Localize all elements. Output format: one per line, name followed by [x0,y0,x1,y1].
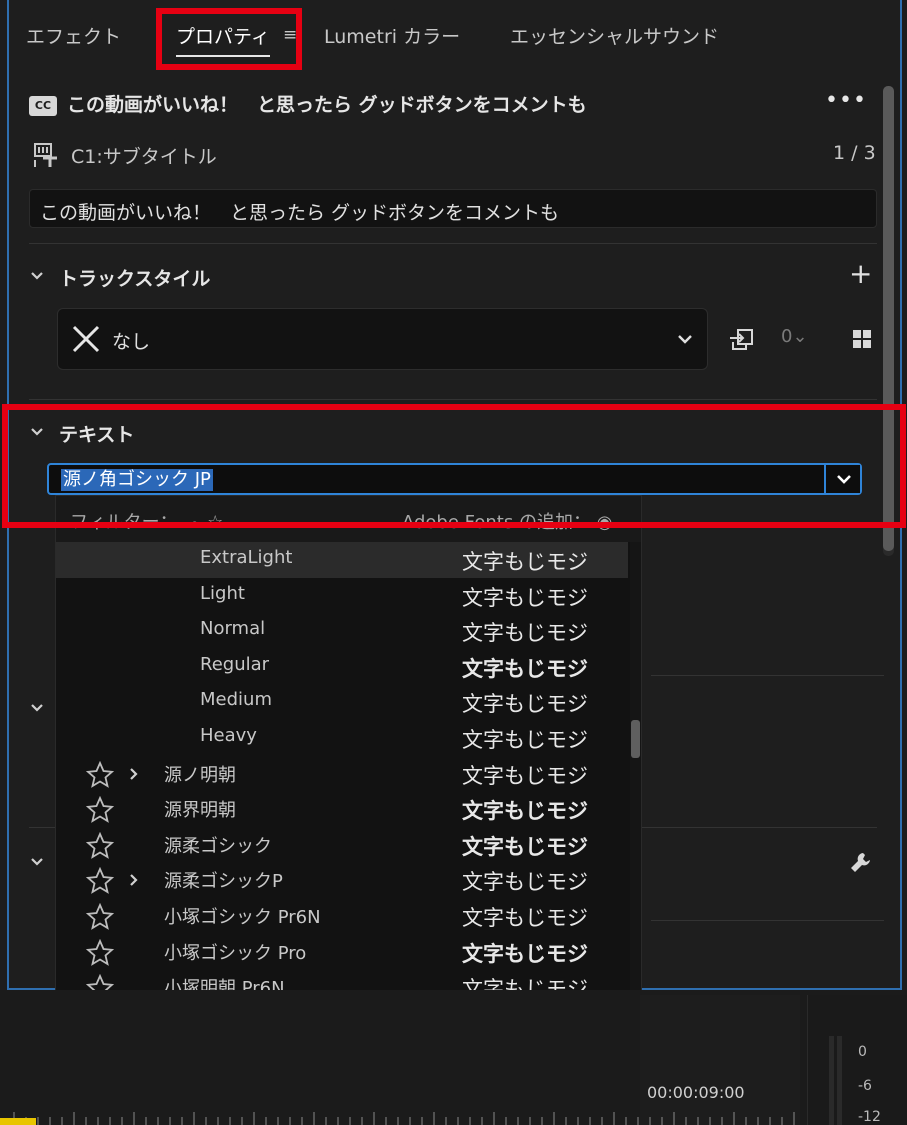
tab-effects[interactable]: エフェクト [26,22,121,49]
none-x-icon [70,323,102,355]
font-list-item[interactable]: 源ノ明朝 文字もじモジ [56,756,628,792]
add-style-icon[interactable]: + [849,260,872,288]
wrench-icon[interactable] [849,850,873,874]
caption-page-count: 1 / 3 [833,142,876,164]
chevron-down-icon[interactable] [27,266,47,286]
meter-label-minus12: -12 [858,1109,881,1125]
meter-label-minus6: -6 [858,1078,872,1094]
track-style-value: なし [112,331,151,353]
highlight-box-properties-tab [156,8,302,70]
font-list-item[interactable]: 小塚ゴシック Pr6N 文字もじモジ [56,898,628,934]
font-preview: 文字もじモジ [462,834,588,859]
section-divider [651,920,884,921]
caption-track-label: C1:サブタイトル [71,146,217,168]
dropdown-scrollbar-thumb[interactable] [631,720,640,758]
tab-lumetri-color[interactable]: Lumetri カラー [324,22,460,49]
chevron-right-icon[interactable] [126,872,142,888]
font-name: 源柔ゴシックP [164,871,283,893]
font-preview: 文字もじモジ [462,656,588,681]
font-name: 源柔ゴシック [164,835,272,857]
font-preview: 文字もじモジ [462,799,588,824]
font-name: Medium [200,689,272,711]
favorite-star-icon[interactable] [85,795,115,824]
font-preview: 文字もじモジ [462,906,588,930]
font-list-item[interactable]: ExtraLight 文字もじモジ [56,542,628,578]
font-list-item[interactable]: Normal 文字もじモジ [56,613,628,649]
audio-meter-left [829,1036,834,1125]
push-style-icon[interactable] [727,324,755,352]
caption-text-input[interactable]: この動画がいいね！ と思ったら グッドボタンをコメントも [29,189,877,228]
font-list-item[interactable]: 源柔ゴシック 文字もじモジ [56,827,628,863]
chevron-right-icon[interactable] [126,766,142,782]
section-divider [29,243,877,244]
font-list-item[interactable]: Light 文字もじモジ [56,578,628,614]
font-preview: 文字もじモジ [462,870,588,895]
font-name: 源ノ明朝 [164,764,236,786]
font-preview: 文字もじモジ [462,621,588,646]
font-list-item[interactable]: 源柔ゴシックP 文字もじモジ [56,862,628,898]
favorite-star-icon[interactable] [85,938,115,967]
font-name: 小塚ゴシック Pr6N [164,907,321,928]
font-list-item[interactable]: Heavy 文字もじモジ [56,720,628,756]
font-preview: 文字もじモジ [462,941,588,966]
font-preview: 文字もじモジ [462,585,588,610]
timeline-timecode: 00:00:09:00 [647,1083,745,1102]
font-list-item[interactable]: Regular 文字もじモジ [56,649,628,685]
timeline-panel [640,995,800,1125]
meter-label-0: 0 [858,1044,867,1060]
audio-meter-right [837,1036,842,1125]
font-name: ExtraLight [200,547,293,568]
caption-track-icon [33,142,59,168]
work-area-marker[interactable] [0,1118,36,1125]
closed-captions-icon: CC [29,96,57,116]
more-options-icon[interactable]: ••• [825,88,867,113]
font-list-item[interactable]: Medium 文字もじモジ [56,684,628,720]
font-name: 小塚ゴシック Pro [164,942,307,964]
chevron-down-icon[interactable] [27,852,47,872]
favorite-star-icon[interactable] [85,867,115,895]
timeline-ruler[interactable] [10,1110,800,1125]
highlight-box-text-section [2,404,906,528]
font-name: Normal [200,618,266,640]
style-count-select[interactable]: 0⌄ [781,326,808,347]
grid-icon[interactable] [852,329,872,349]
audio-meter-panel [807,995,907,1125]
font-list-item[interactable]: 源界明朝 文字もじモジ [56,791,628,827]
chevron-down-icon[interactable] [27,698,47,718]
tab-essential-sound[interactable]: エッセンシャルサウンド [510,22,719,49]
font-preview: 文字もじモジ [462,550,588,574]
track-style-select[interactable]: なし [57,308,708,370]
favorite-star-icon[interactable] [85,831,115,860]
font-list-item[interactable]: 小塚ゴシック Pro 文字もじモジ [56,934,628,970]
font-name: Light [200,582,245,604]
section-divider [29,399,877,400]
font-name: Regular [200,653,270,675]
caption-title: この動画がいいね！ と思ったら グッドボタンをコメントも [67,94,587,116]
font-preview: 文字もじモジ [462,692,588,717]
section-divider [651,675,884,676]
panel-tabs: エフェクト プロパティ ≡ Lumetri カラー エッセンシャルサウンド [9,0,904,70]
font-name: 源界明朝 [164,800,236,822]
font-name: Heavy [200,725,257,746]
favorite-star-icon[interactable] [85,902,115,931]
app-root: エフェクト プロパティ ≡ Lumetri カラー エッセンシャルサウンド CC… [0,0,907,1125]
favorite-star-icon[interactable] [85,760,115,789]
font-preview: 文字もじモジ [462,763,588,788]
track-style-title: トラックスタイル [59,268,211,290]
chevron-down-icon [675,329,695,349]
font-preview: 文字もじモジ [462,728,588,752]
